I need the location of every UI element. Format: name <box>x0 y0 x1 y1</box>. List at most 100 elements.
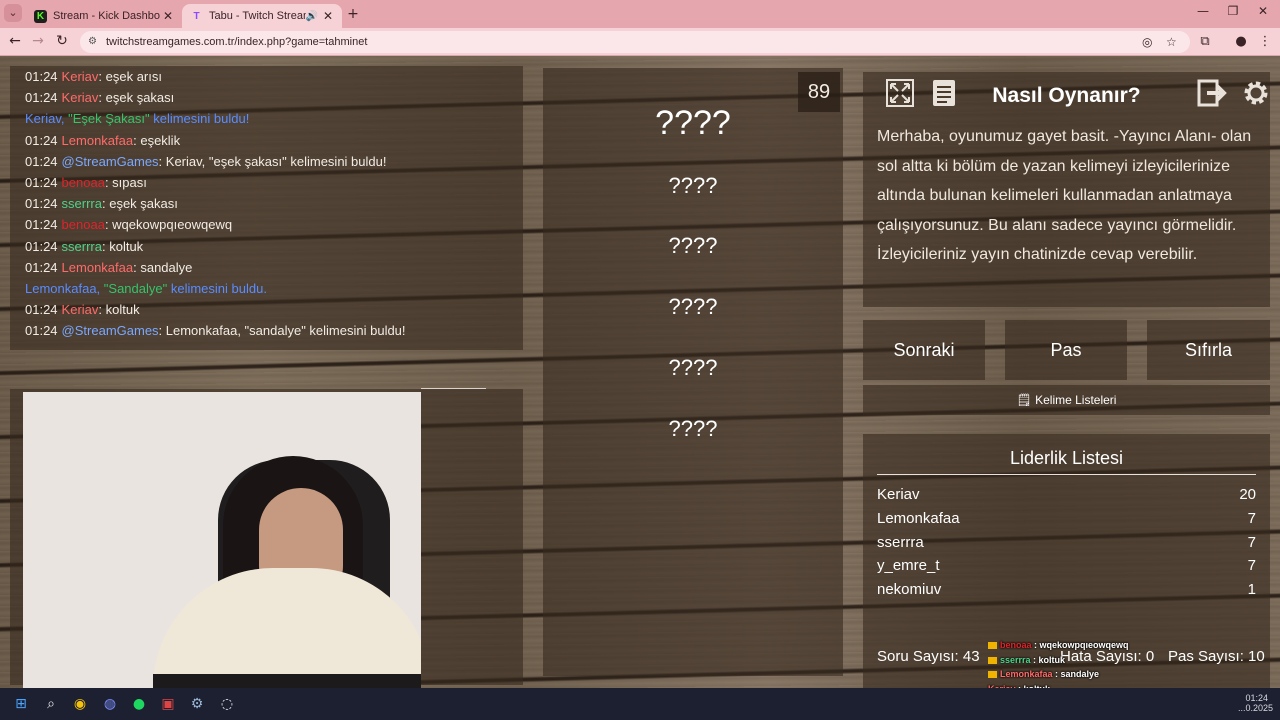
found-word: "Sandalye" <box>100 280 168 296</box>
overlay-text: : sandalye <box>1052 669 1100 679</box>
close-tab-icon[interactable]: ✕ <box>160 9 176 23</box>
chat-message: 01:24 Lemonkafaa: eşeklik <box>25 130 523 151</box>
forbidden-word: ???? <box>668 355 718 380</box>
chat-time: 01:24 <box>25 132 58 148</box>
leaderboard-rows: Keriav 20 Lemonkafaa 7 sserrra 7 y_emre_t 7 neko… <box>877 483 1256 602</box>
forbidden-word: ???? <box>668 233 718 258</box>
browser-toolbar: ← → ↻ ⚙ twitchstreamgames.com.tr/index.p… <box>0 28 1280 56</box>
chat-message: 01:24 sserrra: koltuk <box>25 236 523 257</box>
kick-favicon-icon: K <box>34 9 47 23</box>
overlay-username: Lemonkafaa <box>1000 669 1053 679</box>
webcam-stripe <box>153 674 421 688</box>
chat-text: : wqekowpqıeowqewq <box>104 217 233 233</box>
chat-text: : koltuk <box>102 238 144 254</box>
tab-tabu-game[interactable]: T Tabu - Twitch Stream Game 🔊 ✕ <box>182 4 342 28</box>
twitch-favicon-icon: T <box>193 10 200 22</box>
overlay-text: : koltuk <box>1030 654 1066 665</box>
notebook-icon: 🗒 <box>1016 393 1032 407</box>
chat-username[interactable]: Keriav <box>62 90 99 105</box>
chat-time: 01:24 <box>25 323 58 339</box>
chat-username[interactable]: benoaa <box>62 175 105 190</box>
how-to-play-text: Merhaba, oyunumuz gayet basit. -Yayıncı … <box>877 128 1252 263</box>
overlay-chat-message: benoaa : wqekowpqıeowqewq <box>988 638 1280 653</box>
new-tab-button[interactable]: + <box>345 6 361 22</box>
found-word: "Eşek Şakası" <box>64 111 150 127</box>
chat-time: 01:24 <box>25 153 58 169</box>
chrome-icon[interactable]: ◉ <box>70 694 90 714</box>
webcam-overlay <box>23 392 421 688</box>
pass-button[interactable]: Pas <box>1005 320 1127 380</box>
chat-message: Lemonkafaa, "Sandalye" kelimesini buldu. <box>25 278 523 299</box>
reload-icon[interactable]: ↻ <box>52 33 72 49</box>
discord-icon[interactable]: ◍ <box>100 694 120 714</box>
clock-date: ...0.2025 <box>1238 703 1274 713</box>
system-text: kelimesini buldu. <box>167 280 267 296</box>
chat-username[interactable]: sserrra <box>62 239 102 254</box>
player-name: y_emre_t <box>877 557 940 575</box>
tab-kick-dashboard[interactable]: K Stream - Kick Dashboard ✕ <box>26 4 182 28</box>
chat-username[interactable]: Lemonkafaa <box>62 260 134 275</box>
sub-badge-icon <box>988 671 997 679</box>
windows-start-icon[interactable]: ⊞ <box>11 694 31 714</box>
player-score: 7 <box>1247 557 1256 575</box>
chat-text: : sandalye <box>133 259 193 275</box>
chat-text: : sıpası <box>104 174 147 190</box>
address-bar[interactable]: ⚙ twitchstreamgames.com.tr/index.php?gam… <box>80 31 1190 53</box>
player-score: 20 <box>1239 486 1256 503</box>
profile-avatar-icon[interactable]: ● <box>1232 34 1250 49</box>
speaker-icon[interactable]: 🔊 <box>306 11 318 22</box>
chat-username[interactable]: Lemonkafaa <box>62 133 134 148</box>
tab-search-chevron-icon[interactable]: ⌄ <box>4 4 22 22</box>
forbidden-word: ???? <box>668 173 718 198</box>
minimize-window-button[interactable]: — <box>1188 4 1218 18</box>
forward-arrow-icon[interactable]: → <box>28 33 48 49</box>
chat-username[interactable]: Keriav <box>62 302 99 317</box>
leaderboard-row: Keriav 20 <box>877 483 1256 507</box>
system-text: kelimesini buldu! <box>149 111 250 127</box>
chat-time: 01:24 <box>25 174 58 190</box>
forbidden-word: ???? <box>668 294 718 319</box>
site-info-icon[interactable]: ⚙ <box>88 31 97 53</box>
close-tab-icon[interactable]: ✕ <box>320 9 336 23</box>
chat-username[interactable]: @StreamGames <box>62 154 159 169</box>
tray-clock[interactable]: 01:24 ...0.2025 <box>1238 693 1274 713</box>
steam-icon[interactable]: ⚙ <box>187 694 207 714</box>
back-arrow-icon[interactable]: ← <box>5 33 25 49</box>
overlay-text: : wqekowpqıeowqewq <box>1031 640 1129 650</box>
player-score: 7 <box>1247 509 1256 527</box>
reset-button[interactable]: Sıfırla <box>1147 320 1270 380</box>
chat-time: 01:24 <box>25 90 58 106</box>
more-menu-icon[interactable]: ⋮ <box>1256 34 1274 49</box>
chat-text: : eşek arısı <box>98 69 162 84</box>
eye-off-icon[interactable]: ◎ <box>1142 31 1152 53</box>
how-to-play-header: Nasıl Oynanır? <box>877 72 1268 122</box>
obs-icon[interactable]: ◌ <box>217 694 237 714</box>
logout-icon[interactable] <box>1197 78 1227 108</box>
media-app-icon[interactable]: ▣ <box>158 694 178 714</box>
bookmark-star-icon[interactable]: ☆ <box>1166 31 1177 53</box>
chat-username[interactable]: @StreamGames <box>62 323 159 338</box>
chat-username[interactable]: Keriav <box>62 69 99 84</box>
extensions-icon[interactable]: ⧉ <box>1196 34 1214 49</box>
system-user: Lemonkafaa, <box>25 280 101 296</box>
forbidden-word: ???? <box>668 416 718 441</box>
spotify-icon[interactable]: ● <box>129 694 149 714</box>
leaderboard-row: sserrra 7 <box>877 531 1256 555</box>
player-name: sserrra <box>877 533 924 551</box>
chat-message: 01:24 benoaa: wqekowpqıeowqewq <box>25 214 523 235</box>
chat-text: : eşek şakası <box>102 196 178 212</box>
search-icon[interactable]: ⌕ <box>41 694 61 714</box>
chat-username[interactable]: sserrra <box>62 196 102 211</box>
leaderboard-row: nekomiuv 1 <box>877 578 1256 602</box>
leaderboard-title: Liderlik Listesi <box>877 434 1256 475</box>
next-button[interactable]: Sonraki <box>863 320 985 380</box>
system-user: Keriav, <box>25 111 65 127</box>
word-lists-button[interactable]: 🗒 Kelime Listeleri <box>863 385 1270 415</box>
restore-window-button[interactable]: ❐ <box>1218 4 1248 18</box>
player-name: Keriav <box>877 486 920 503</box>
close-window-button[interactable]: ✕ <box>1248 4 1278 18</box>
chat-message: Keriav, "Eşek Şakası" kelimesini buldu! <box>25 108 523 129</box>
chat-username[interactable]: benoaa <box>62 217 105 232</box>
settings-gear-icon[interactable] <box>1241 78 1271 108</box>
chat-time: 01:24 <box>25 238 58 254</box>
